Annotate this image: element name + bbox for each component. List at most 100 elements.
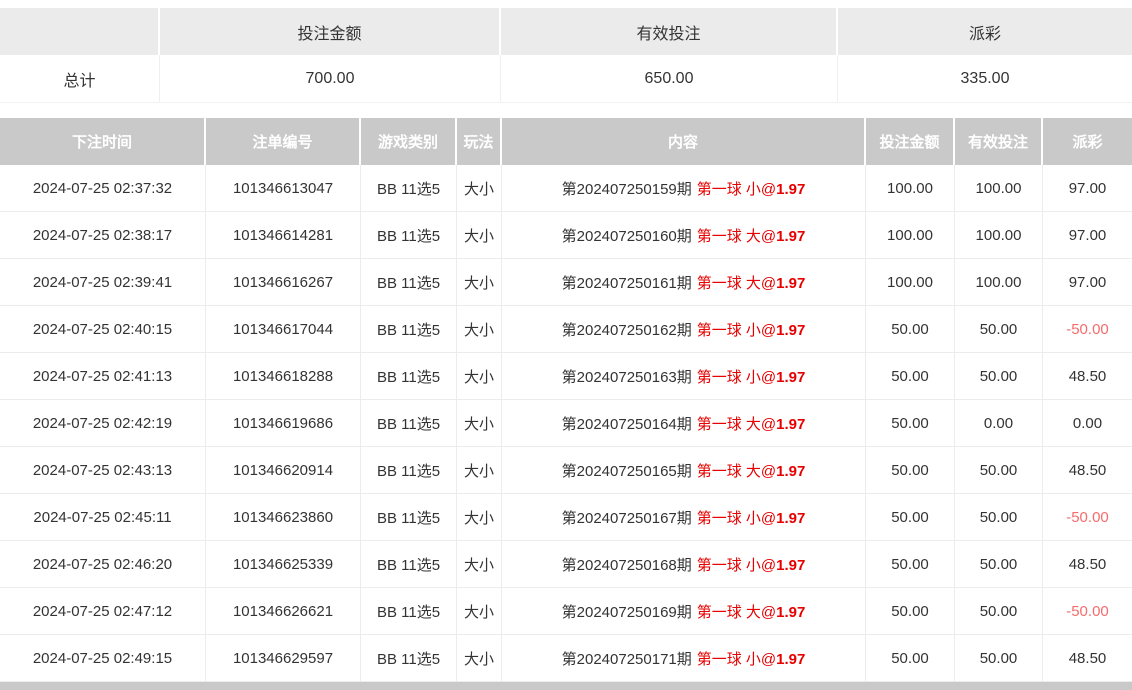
content-period: 第202407250167期 <box>562 510 692 527</box>
cell-valid-bet: 50.00 <box>955 588 1043 635</box>
cell-play-type: 大小 <box>457 165 502 212</box>
bet-row: 2024-07-25 02:47:12 101346626621 BB 11选5… <box>0 588 1132 635</box>
cell-payout: 97.00 <box>1043 212 1132 259</box>
summary-header-payout: 派彩 <box>838 8 1132 55</box>
cell-play-type: 大小 <box>457 212 502 259</box>
cell-game-type: BB 11选5 <box>361 306 457 353</box>
cell-valid-bet: 0.00 <box>955 400 1043 447</box>
cell-valid-bet: 50.00 <box>955 353 1043 400</box>
cell-content: 第202407250167期第一球 小@1.97 <box>502 494 866 541</box>
cell-bet-amount: 50.00 <box>866 400 955 447</box>
bet-table-header-row: 下注时间 注单编号 游戏类别 玩法 内容 投注金额 有效投注 派彩 <box>0 118 1132 165</box>
summary-total-valid-bet: 650.00 <box>501 55 838 103</box>
cell-play-type: 大小 <box>457 447 502 494</box>
cell-bet-time: 2024-07-25 02:40:15 <box>0 306 206 353</box>
cell-order-id: 101346613047 <box>206 165 361 212</box>
content-period: 第202407250171期 <box>562 651 692 668</box>
summary-table: 投注金额 有效投注 派彩 总计 700.00 650.00 335.00 <box>0 8 1132 103</box>
content-odds: 1.97 <box>776 651 805 668</box>
summary-header-blank <box>0 8 160 55</box>
content-pick: 第一球 大@ <box>697 228 776 245</box>
content-period: 第202407250161期 <box>562 275 692 292</box>
cell-bet-time: 2024-07-25 02:47:12 <box>0 588 206 635</box>
cell-content: 第202407250165期第一球 大@1.97 <box>502 447 866 494</box>
column-header-bet-time: 下注时间 <box>0 118 206 165</box>
content-period: 第202407250160期 <box>562 228 692 245</box>
cell-bet-amount: 100.00 <box>866 212 955 259</box>
cell-payout: 48.50 <box>1043 353 1132 400</box>
content-pick: 第一球 大@ <box>697 416 776 433</box>
cell-valid-bet: 100.00 <box>955 165 1043 212</box>
cell-order-id: 101346614281 <box>206 212 361 259</box>
cell-order-id: 101346623860 <box>206 494 361 541</box>
cell-order-id: 101346629597 <box>206 635 361 682</box>
bet-row: 2024-07-25 02:40:15 101346617044 BB 11选5… <box>0 306 1132 353</box>
cell-bet-time: 2024-07-25 02:46:20 <box>0 541 206 588</box>
cell-content: 第202407250160期第一球 大@1.97 <box>502 212 866 259</box>
bet-row: 2024-07-25 02:38:17 101346614281 BB 11选5… <box>0 212 1132 259</box>
cell-order-id: 101346617044 <box>206 306 361 353</box>
cell-order-id: 101346620914 <box>206 447 361 494</box>
bet-row: 2024-07-25 02:46:20 101346625339 BB 11选5… <box>0 541 1132 588</box>
column-header-valid-bet: 有效投注 <box>955 118 1043 165</box>
summary-total-payout: 335.00 <box>838 55 1132 103</box>
cell-payout: 97.00 <box>1043 165 1132 212</box>
cell-bet-amount: 50.00 <box>866 447 955 494</box>
content-odds: 1.97 <box>776 557 805 574</box>
content-pick: 第一球 小@ <box>697 181 776 198</box>
cell-play-type: 大小 <box>457 635 502 682</box>
content-odds: 1.97 <box>776 369 805 386</box>
cell-bet-time: 2024-07-25 02:49:15 <box>0 635 206 682</box>
content-odds: 1.97 <box>776 510 805 527</box>
cell-order-id: 101346625339 <box>206 541 361 588</box>
bet-row: 2024-07-25 02:39:41 101346616267 BB 11选5… <box>0 259 1132 306</box>
content-pick: 第一球 大@ <box>697 463 776 480</box>
cell-bet-time: 2024-07-25 02:41:13 <box>0 353 206 400</box>
cell-bet-amount: 100.00 <box>866 165 955 212</box>
cell-game-type: BB 11选5 <box>361 165 457 212</box>
cell-game-type: BB 11选5 <box>361 541 457 588</box>
content-odds: 1.97 <box>776 463 805 480</box>
content-period: 第202407250159期 <box>562 181 692 198</box>
cell-game-type: BB 11选5 <box>361 635 457 682</box>
cell-bet-amount: 50.00 <box>866 353 955 400</box>
cell-payout: 48.50 <box>1043 447 1132 494</box>
cell-bet-amount: 50.00 <box>866 541 955 588</box>
cell-payout: 97.00 <box>1043 259 1132 306</box>
summary-header-row: 投注金额 有效投注 派彩 <box>0 8 1132 55</box>
column-header-play-type: 玩法 <box>457 118 502 165</box>
content-pick: 第一球 小@ <box>697 369 776 386</box>
summary-total-bet-amount: 700.00 <box>160 55 501 103</box>
cell-order-id: 101346616267 <box>206 259 361 306</box>
betting-records-page: 投注金额 有效投注 派彩 总计 700.00 650.00 335.00 下注时… <box>0 0 1132 690</box>
content-pick: 第一球 小@ <box>697 557 776 574</box>
content-period: 第202407250163期 <box>562 369 692 386</box>
content-period: 第202407250165期 <box>562 463 692 480</box>
cell-payout: 0.00 <box>1043 400 1132 447</box>
bet-row: 2024-07-25 02:45:11 101346623860 BB 11选5… <box>0 494 1132 541</box>
cell-bet-time: 2024-07-25 02:43:13 <box>0 447 206 494</box>
cell-play-type: 大小 <box>457 588 502 635</box>
cell-play-type: 大小 <box>457 353 502 400</box>
content-odds: 1.97 <box>776 275 805 292</box>
cell-content: 第202407250163期第一球 小@1.97 <box>502 353 866 400</box>
cell-valid-bet: 50.00 <box>955 541 1043 588</box>
cell-valid-bet: 50.00 <box>955 635 1043 682</box>
cell-valid-bet: 100.00 <box>955 212 1043 259</box>
cell-content: 第202407250164期第一球 大@1.97 <box>502 400 866 447</box>
cell-payout: 48.50 <box>1043 541 1132 588</box>
cell-bet-amount: 50.00 <box>866 306 955 353</box>
bet-table-body: 2024-07-25 02:37:32 101346613047 BB 11选5… <box>0 165 1132 682</box>
cell-order-id: 101346619686 <box>206 400 361 447</box>
cell-valid-bet: 50.00 <box>955 494 1043 541</box>
column-header-order-id: 注单编号 <box>206 118 361 165</box>
cell-game-type: BB 11选5 <box>361 494 457 541</box>
cell-bet-time: 2024-07-25 02:38:17 <box>0 212 206 259</box>
content-pick: 第一球 大@ <box>697 604 776 621</box>
cell-payout: -50.00 <box>1043 306 1132 353</box>
bet-row: 2024-07-25 02:43:13 101346620914 BB 11选5… <box>0 447 1132 494</box>
content-odds: 1.97 <box>776 416 805 433</box>
cell-content: 第202407250162期第一球 小@1.97 <box>502 306 866 353</box>
cell-bet-amount: 50.00 <box>866 635 955 682</box>
cell-play-type: 大小 <box>457 306 502 353</box>
